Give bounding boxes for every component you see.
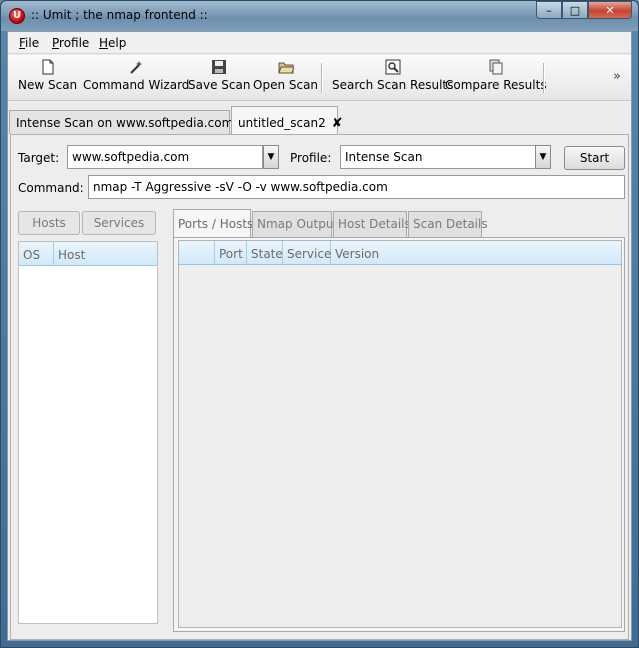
column-header-version[interactable]: Version bbox=[331, 241, 621, 265]
minimize-button[interactable]: – bbox=[536, 1, 562, 19]
tab-label: Intense Scan on www.softpedia.com bbox=[16, 116, 234, 130]
open-folder-icon bbox=[277, 62, 294, 74]
compare-results-button[interactable]: Compare Results bbox=[445, 59, 547, 92]
title-bar[interactable]: U :: Umit ; the nmap frontend :: – □ ✕ bbox=[1, 1, 638, 31]
open-scan-button[interactable]: Open Scan bbox=[253, 59, 318, 92]
start-scan-button[interactable]: Start Scan bbox=[564, 146, 625, 187]
command-wizard-label: Command Wizard bbox=[83, 78, 190, 92]
command-label: Command: bbox=[18, 181, 84, 195]
close-tab-icon[interactable]: ✘ bbox=[332, 116, 343, 131]
menu-file[interactable]: File bbox=[19, 36, 39, 50]
search-scan-results-label: Search Scan Results bbox=[332, 78, 454, 92]
tab-intense-scan[interactable]: Intense Scan on www.softpedia.com✘ bbox=[9, 110, 250, 134]
tab-ports-hosts[interactable]: Ports / Hosts bbox=[173, 209, 253, 238]
scan-panel: Target: www.softpedia.com ▼ Profile: Int… bbox=[10, 134, 629, 640]
ports-table[interactable]: Port State Service Version bbox=[178, 240, 622, 628]
profile-select[interactable]: Intense Scan bbox=[340, 145, 536, 169]
column-header-os[interactable]: OS bbox=[19, 242, 54, 266]
target-dropdown-button[interactable]: ▼ bbox=[263, 145, 279, 169]
open-scan-label: Open Scan bbox=[253, 78, 319, 92]
column-header-host[interactable]: Host bbox=[54, 242, 157, 266]
window-controls: – □ ✕ bbox=[536, 1, 632, 19]
services-button[interactable]: Services bbox=[82, 211, 156, 235]
new-scan-label: New Scan bbox=[18, 78, 78, 92]
target-label: Target: bbox=[18, 151, 60, 165]
search-icon bbox=[385, 59, 401, 75]
save-disk-icon bbox=[212, 60, 227, 74]
tab-untitled-scan2[interactable]: untitled_scan2 ✘ bbox=[231, 106, 343, 135]
save-scan-button[interactable]: Save Scan bbox=[188, 59, 250, 92]
toolbar-overflow-icon[interactable]: » bbox=[613, 69, 621, 84]
toolbar: New Scan Command Wizard Save Scan Open S… bbox=[8, 55, 631, 101]
menu-bar: File Profile Help bbox=[8, 32, 631, 54]
tab-scan-details[interactable]: Scan Details bbox=[408, 211, 488, 237]
tab-host-details[interactable]: Host Details bbox=[333, 211, 411, 237]
column-header-state[interactable]: State bbox=[247, 241, 283, 265]
compare-documents-icon bbox=[489, 59, 503, 75]
compare-results-label: Compare Results bbox=[445, 78, 547, 92]
close-window-button[interactable]: ✕ bbox=[588, 1, 632, 19]
tab-label: untitled_scan2 bbox=[238, 116, 326, 130]
command-input[interactable]: nmap -T Aggressive -sV -O -v www.softped… bbox=[88, 175, 625, 199]
toolbar-separator bbox=[321, 63, 322, 93]
profile-dropdown-button[interactable]: ▼ bbox=[535, 145, 551, 169]
target-input[interactable]: www.softpedia.com bbox=[67, 145, 263, 169]
window-title: :: Umit ; the nmap frontend :: bbox=[31, 8, 208, 22]
hosts-list[interactable]: OS Host bbox=[18, 241, 158, 624]
maximize-button[interactable]: □ bbox=[562, 1, 588, 19]
wizard-wand-icon bbox=[130, 61, 143, 74]
scan-tabs: Intense Scan on www.softpedia.com✘ untit… bbox=[8, 106, 631, 135]
window-client-area: File Profile Help New Scan Command Wizar… bbox=[7, 31, 632, 641]
menu-profile[interactable]: Profile bbox=[52, 36, 89, 50]
command-wizard-button[interactable]: Command Wizard bbox=[83, 59, 189, 92]
toolbar-separator bbox=[543, 63, 544, 93]
umit-logo-icon: U bbox=[9, 8, 25, 24]
column-header-blank[interactable] bbox=[179, 241, 215, 265]
column-header-port[interactable]: Port bbox=[215, 241, 247, 265]
save-scan-label: Save Scan bbox=[188, 78, 251, 92]
search-scan-results-button[interactable]: Search Scan Results bbox=[332, 59, 453, 92]
hosts-button[interactable]: Hosts bbox=[18, 211, 80, 235]
menu-help[interactable]: Help bbox=[99, 36, 126, 50]
tab-nmap-output[interactable]: Nmap Output bbox=[252, 211, 338, 237]
ports-hosts-page: Port State Service Version bbox=[173, 237, 625, 632]
new-document-icon bbox=[42, 59, 54, 75]
application-window: U :: Umit ; the nmap frontend :: – □ ✕ F… bbox=[0, 0, 639, 648]
new-scan-button[interactable]: New Scan bbox=[18, 59, 77, 92]
profile-label: Profile: bbox=[290, 151, 332, 165]
column-header-service[interactable]: Service bbox=[283, 241, 331, 265]
